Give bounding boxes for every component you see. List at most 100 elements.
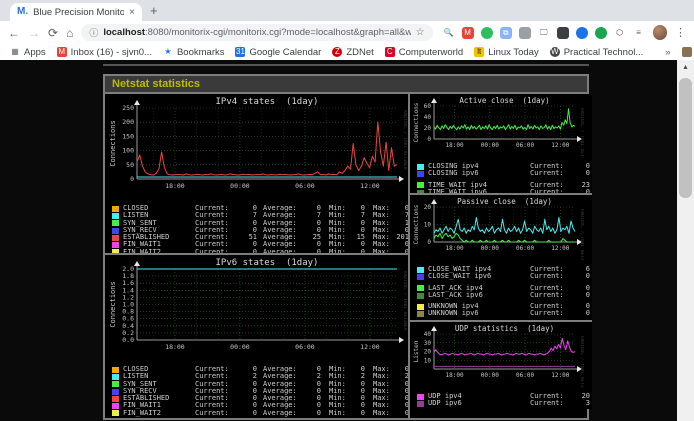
chart-svg: Passive close (1day)Connections0102018:0… (412, 196, 584, 260)
legend-swatch (417, 401, 424, 407)
browser-toolbar: ← → ⟳ ⌂ ⓘ localhost:8080/monitorix-cgi/m… (0, 21, 694, 44)
chart-svg: IPv6 states (1day)Connections0.00.20.40.… (107, 256, 407, 360)
apps-grid-icon: ▦ (10, 47, 20, 57)
forward-button[interactable]: → (28, 27, 40, 39)
extension-icons: 🔍 M ⧉ 🖵 ⬡ ≡ (443, 27, 645, 39)
svg-text:RRDTOOL / TOBI OETIKER: RRDTOOL / TOBI OETIKER (579, 108, 584, 157)
url-text[interactable]: localhost:8080/monitorix-cgi/monitorix.c… (103, 27, 410, 38)
bookmark-zdnet[interactable]: ZZDNet (332, 47, 373, 58)
svg-text:1.0: 1.0 (122, 301, 134, 309)
svg-text:06:00: 06:00 (516, 142, 534, 149)
bookmark-star-icon[interactable]: ☆ (416, 27, 425, 38)
monitorix-favicon-icon: M. (17, 7, 28, 17)
browser-menu-icon[interactable]: ⋮ (675, 26, 686, 39)
svg-text:IPv6 states (1day): IPv6 states (1day) (216, 258, 319, 268)
svg-text:10: 10 (424, 357, 432, 364)
bookmarks-overflow-chevron[interactable]: » (665, 47, 670, 58)
chart-legend: CLOSE_WAIT ipv4Current:6CLOSE_WAIT ipv6C… (412, 265, 590, 318)
other-bookmarks[interactable]: Other bookmarks (682, 47, 694, 58)
legend-swatch (417, 293, 424, 299)
svg-text:1.2: 1.2 (122, 293, 134, 301)
chart-udp-statistics[interactable]: UDP statistics (1day)Listen1020304018:00… (410, 322, 592, 409)
svg-text:18:00: 18:00 (165, 182, 185, 190)
svg-text:0: 0 (130, 175, 134, 183)
puzzle-extensions-icon[interactable]: ⬡ (614, 27, 626, 39)
new-tab-button[interactable]: + (150, 3, 158, 18)
chart-passive-close[interactable]: Passive close (1day)Connections0102018:0… (410, 195, 592, 322)
messenger-extension-icon[interactable] (576, 27, 588, 39)
svg-text:RRDTOOL / TOBI OETIKER: RRDTOOL / TOBI OETIKER (579, 209, 584, 260)
legend-swatch (417, 182, 424, 188)
svg-text:00:00: 00:00 (230, 182, 250, 190)
chart-ipv4-states[interactable]: IPv4 states (1day)Connections05010015020… (105, 94, 408, 255)
svg-text:UDP statistics (1day): UDP statistics (1day) (455, 324, 554, 333)
profile-avatar[interactable] (653, 25, 667, 40)
svg-text:RRDTOOL / TOBI OETIKER: RRDTOOL / TOBI OETIKER (579, 336, 584, 387)
bookmark-apps[interactable]: ▦Apps (10, 47, 46, 58)
legend-swatch (112, 403, 119, 409)
legend-swatch (417, 267, 424, 273)
bookmark-inbox[interactable]: MInbox (16) - sjvn0... (57, 47, 152, 58)
back-button[interactable]: ← (8, 27, 20, 39)
svg-text:1.4: 1.4 (122, 286, 134, 294)
browser-tab[interactable]: M. Blue Precision Monitorix × (10, 3, 142, 21)
dark-square-extension-icon[interactable] (557, 27, 569, 39)
home-button[interactable]: ⌂ (66, 27, 73, 39)
svg-text:12:00: 12:00 (551, 245, 569, 252)
playlist-extension-icon[interactable]: ≡ (633, 27, 645, 39)
legend-swatch (112, 228, 119, 234)
legend-label: CLOSING ipv6 (428, 170, 516, 177)
svg-text:150: 150 (122, 132, 134, 140)
legend-swatch (112, 242, 119, 248)
svg-text:06:00: 06:00 (516, 372, 534, 379)
svg-text:Passive close (1day): Passive close (1day) (457, 197, 552, 206)
left-graph-column: IPv4 states (1day)Connections05010015020… (105, 94, 410, 418)
svg-text:30: 30 (424, 340, 432, 347)
legend-row: UDP ipv6Current:3 (417, 400, 590, 407)
svg-text:Connections: Connections (109, 281, 117, 327)
legend-label: UNKNOWN ipv6 (428, 310, 516, 317)
tab-close-icon[interactable]: × (129, 7, 135, 18)
chart-legend: CLOSING ipv4Current:0CLOSING ipv6Current… (412, 162, 590, 195)
box-extension-icon[interactable] (519, 27, 531, 39)
svg-text:50: 50 (126, 161, 134, 169)
svg-text:06:00: 06:00 (516, 245, 534, 252)
page-scrollbar[interactable]: ▲ (677, 60, 694, 421)
folder-icon (682, 47, 692, 57)
svg-text:0.8: 0.8 (122, 308, 134, 316)
chart-legend: CLOSEDCurrent:0Average:0Min:0Max:0LISTEN… (107, 365, 406, 417)
bookmark-practical-technology[interactable]: WPractical Technol... (550, 47, 644, 58)
svg-text:00:00: 00:00 (481, 245, 499, 252)
gmail-extension-icon[interactable]: M (462, 27, 474, 39)
cast-extension-icon[interactable]: 🖵 (538, 27, 550, 39)
page-info-icon[interactable]: ⓘ (89, 26, 98, 39)
svg-text:100: 100 (122, 147, 134, 155)
scrollbar-up-arrow[interactable]: ▲ (677, 60, 694, 75)
evernote-extension-icon[interactable] (481, 27, 493, 39)
reload-button[interactable]: ⟳ (48, 27, 58, 39)
right-graph-column: Active close (1day)Connections020406018:… (410, 94, 592, 418)
grammarly-extension-icon[interactable] (595, 27, 607, 39)
bookmark-computerworld[interactable]: CComputerworld (385, 47, 463, 58)
bookmark-linux-today[interactable]: ltLinux Today (474, 47, 539, 58)
bookmark-google-calendar[interactable]: 31Google Calendar (235, 47, 321, 58)
scrollbar-thumb[interactable] (679, 78, 692, 198)
copy-pages-extension-icon[interactable]: ⧉ (500, 27, 512, 39)
svg-text:00:00: 00:00 (481, 372, 499, 379)
address-bar[interactable]: ⓘ localhost:8080/monitorix-cgi/monitorix… (81, 24, 432, 41)
linux-today-icon: lt (474, 47, 484, 57)
legend-row: CLOSING ipv6Current:0 (417, 170, 590, 177)
chart-active-close[interactable]: Active close (1day)Connections020406018:… (410, 94, 592, 195)
legend-swatch (417, 164, 424, 170)
svg-text:40: 40 (424, 114, 432, 121)
star-icon: ★ (163, 47, 173, 57)
svg-text:0: 0 (427, 239, 431, 246)
svg-text:0.2: 0.2 (122, 329, 134, 337)
bookmarks-bar: ▦Apps MInbox (16) - sjvn0... ★Bookmarks … (0, 44, 694, 60)
legend-row: FIN_WAIT2Current:0Average:0Min:0Max:0 (112, 410, 406, 417)
zdnet-icon: Z (332, 47, 342, 57)
svg-text:2.0: 2.0 (122, 265, 134, 273)
chart-ipv6-states[interactable]: IPv6 states (1day)Connections0.00.20.40.… (105, 255, 408, 418)
search-extension-icon[interactable]: 🔍 (443, 27, 455, 39)
bookmark-bookmarks[interactable]: ★Bookmarks (163, 47, 225, 58)
